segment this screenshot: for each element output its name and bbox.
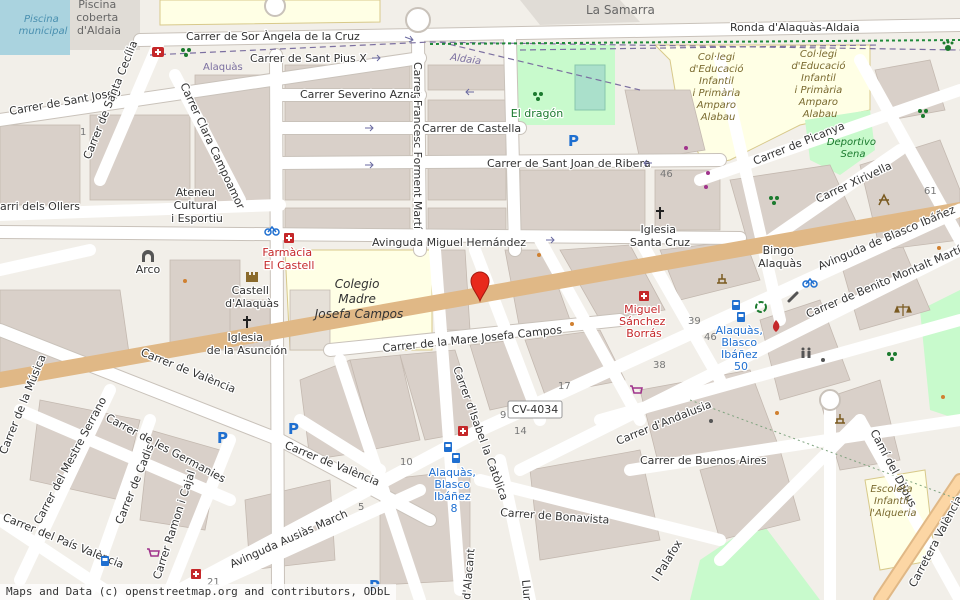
pharmacy-miguel-label: Miguel Sánchez Borrás	[619, 303, 669, 340]
pharmacy-icon[interactable]	[458, 426, 468, 436]
pharmacy-label: Farmàcia El Castell	[262, 246, 315, 272]
ateneu-label: Ateneu Cultural i Esportiu	[171, 186, 223, 225]
roundabout-east	[819, 389, 841, 411]
street-label: Carrer Severino Aznar	[300, 88, 422, 101]
road-ref-shield: CV-4034	[507, 400, 563, 419]
house-number: 9	[500, 410, 506, 421]
roundabout-north	[405, 7, 431, 33]
pitch	[574, 64, 606, 111]
castell-label: Castell d'Alaquàs	[225, 284, 279, 310]
street-label: Avinguda Miguel Hernández	[372, 236, 526, 249]
street-label: Carrer Francesc Forment Martí	[411, 62, 424, 230]
bus-stop-icon[interactable]	[737, 312, 745, 322]
bus-stop-icon[interactable]	[732, 300, 740, 310]
house-number: 39	[688, 316, 701, 327]
street-label: arri dels Ollers	[0, 200, 80, 213]
map-attribution[interactable]: Maps and Data (c) openstreetmap.org and …	[0, 584, 397, 600]
house-number: 10	[400, 457, 413, 468]
place-label: La Samarra	[586, 3, 655, 17]
map-view[interactable]: Carrer de Sor Àngela de la Cruz Ronda d'…	[0, 0, 960, 600]
park-label: El dragón	[511, 107, 563, 120]
arco-label: Arco	[136, 263, 161, 276]
house-number: 1	[80, 127, 86, 138]
street-label: Carrer de Buenos Aires	[640, 454, 767, 467]
parking-icon[interactable]: P	[217, 429, 228, 447]
house-number: 38	[653, 360, 666, 371]
house-number: 61	[924, 186, 937, 197]
bus-stop-icon[interactable]	[452, 453, 460, 463]
bingo-label: Bingo Alaquàs	[758, 244, 802, 270]
street-label: Carrer de Sant Joan de Ribera	[487, 157, 651, 170]
pharmacy-icon[interactable]	[191, 569, 201, 579]
roundabout-top	[264, 0, 286, 17]
map-canvas[interactable]: Carrer de Sor Àngela de la Cruz Ronda d'…	[0, 0, 960, 600]
escoleta-label: Escoleta Infantil l'Alqueria	[869, 484, 916, 519]
house-number: 5	[358, 502, 364, 513]
street-label: Carrer de Sor Àngela de la Cruz	[186, 30, 360, 43]
bus-stop-icon[interactable]	[444, 442, 452, 452]
pool-label: Piscina municipal	[19, 14, 68, 37]
house-number: 14	[514, 426, 527, 437]
parking-icon[interactable]: P	[288, 420, 299, 438]
bus-stop-icon[interactable]	[101, 556, 109, 566]
road-ref-label: CV-4034	[512, 403, 559, 416]
street-label: Carrer de Castella	[422, 122, 521, 135]
street-label: Ronda d'Alaquàs-Aldaia	[730, 21, 860, 34]
house-number: 46	[660, 169, 673, 180]
street-label: Lluna	[519, 579, 535, 600]
house-number: 46	[704, 332, 717, 343]
pharmacy-icon[interactable]	[284, 233, 294, 243]
street-label: Carrer de Sant Pius X	[250, 52, 367, 65]
pharmacy-icon[interactable]	[639, 291, 649, 301]
covered-pool-label: Piscina coberta d'Aldaia	[76, 0, 122, 37]
castle-icon[interactable]	[246, 272, 258, 282]
boundary-label: Alaquàs	[203, 61, 243, 73]
first-aid-icon[interactable]	[152, 47, 164, 57]
parking-icon[interactable]: P	[568, 132, 579, 150]
house-number: 17	[558, 381, 571, 392]
